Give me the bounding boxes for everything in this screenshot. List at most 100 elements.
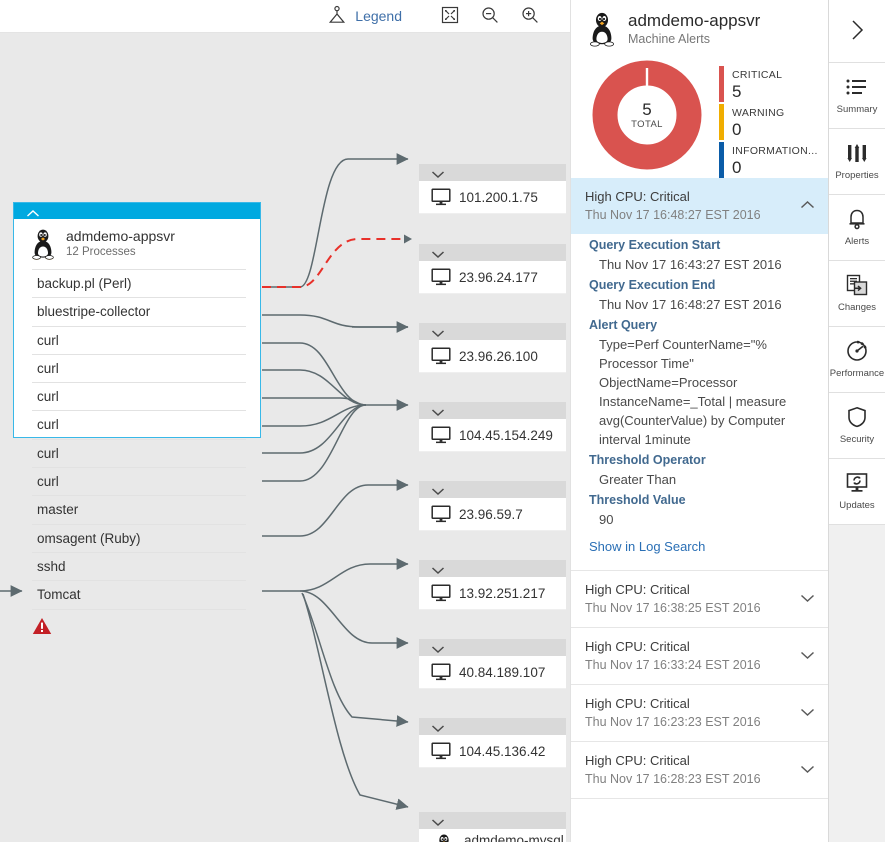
monitor-icon — [431, 188, 451, 206]
node-card-header[interactable] — [419, 323, 566, 340]
map-pane: Legend — [0, 0, 570, 842]
node-card-body: 23.96.59.7 — [419, 498, 566, 531]
tab-label: Updates — [839, 500, 874, 511]
tab-performance[interactable]: Performance — [829, 327, 885, 393]
details-header-text: admdemo-appsvr Machine Alerts — [628, 10, 760, 48]
tab-label: Security — [840, 434, 874, 445]
zoom-out-button[interactable] — [470, 0, 510, 32]
gauge-icon — [845, 340, 869, 365]
node-card-header[interactable] — [419, 560, 566, 577]
server-card-header[interactable] — [14, 203, 260, 219]
chevron-down-icon[interactable] — [431, 167, 445, 182]
alert-timestamp: Thu Nov 17 16:38:25 EST 2016 — [585, 599, 798, 618]
machine-node-card[interactable]: 23.96.59.7 — [419, 481, 566, 531]
alert-timestamp: Thu Nov 17 16:23:23 EST 2016 — [585, 713, 798, 732]
host-node-text: admdemo-mysql1 Processes — [464, 832, 564, 842]
chevron-down-icon[interactable] — [431, 721, 445, 736]
server-card-alert[interactable] — [14, 610, 260, 638]
show-in-log-search-link[interactable]: Show in Log Search — [589, 539, 705, 554]
alert-item[interactable]: High CPU: CriticalThu Nov 17 16:23:23 ES… — [571, 685, 828, 742]
chevron-down-icon[interactable] — [431, 405, 445, 420]
chevron-down-icon[interactable] — [800, 648, 815, 663]
node-ip-label: 23.96.26.100 — [459, 349, 538, 364]
chevron-down-icon[interactable] — [800, 591, 815, 606]
node-card-header[interactable] — [419, 402, 566, 419]
alert-field-value: Greater Than — [589, 470, 814, 489]
process-row[interactable]: Tomcat — [32, 581, 246, 609]
node-card-body: admdemo-mysql1 Processes — [419, 829, 566, 842]
chevron-down-icon[interactable] — [800, 762, 815, 777]
alert-header[interactable]: High CPU: CriticalThu Nov 17 16:48:27 ES… — [571, 178, 828, 234]
chevron-down-icon[interactable] — [431, 642, 445, 657]
machine-node-card[interactable]: 23.96.24.177 — [419, 244, 566, 294]
tab-changes[interactable]: Changes — [829, 261, 885, 327]
process-row[interactable]: curl — [32, 383, 246, 411]
legend-label: CRITICAL — [732, 69, 782, 81]
process-row[interactable]: backup.pl (Perl) — [32, 270, 246, 298]
chevron-down-icon[interactable] — [431, 815, 445, 830]
donut-center-label: 5 TOTAL — [592, 60, 702, 170]
chevron-down-icon[interactable] — [800, 705, 815, 720]
process-row[interactable]: curl — [32, 468, 246, 496]
alert-name: High CPU: Critical — [585, 187, 798, 206]
node-card-header[interactable] — [419, 244, 566, 261]
alert-name: High CPU: Critical — [585, 637, 798, 656]
process-row[interactable]: curl — [32, 355, 246, 383]
map-canvas[interactable]: admdemo-appsvr 12 Processes backup.pl (P… — [0, 33, 570, 842]
tab-alerts[interactable]: Alerts — [829, 195, 885, 261]
tab-rail: SummaryProperties Alerts ChangesPerformanc… — [828, 0, 885, 842]
server-node-card[interactable]: admdemo-appsvr 12 Processes backup.pl (P… — [13, 202, 261, 438]
chevron-down-icon[interactable] — [431, 247, 445, 262]
alert-header[interactable]: High CPU: CriticalThu Nov 17 16:38:25 ES… — [571, 571, 828, 627]
process-row[interactable]: curl — [32, 411, 246, 439]
tab-properties[interactable]: Properties — [829, 129, 885, 195]
chevron-down-icon[interactable] — [431, 484, 445, 499]
host-node-name: admdemo-mysql — [464, 833, 564, 842]
alert-item[interactable]: High CPU: CriticalThu Nov 17 16:28:23 ES… — [571, 742, 828, 799]
chevron-up-icon[interactable] — [800, 198, 815, 213]
legend-button[interactable]: Legend — [317, 0, 412, 32]
node-card-header[interactable] — [419, 639, 566, 656]
tab-security[interactable]: Security — [829, 393, 885, 459]
node-ip-label: 23.96.59.7 — [459, 507, 523, 522]
machine-node-card[interactable]: 104.45.136.42 — [419, 718, 566, 768]
tab-summary[interactable]: Summary — [829, 63, 885, 129]
node-card-header[interactable] — [419, 164, 566, 181]
process-row[interactable]: sshd — [32, 553, 246, 581]
node-card-body: 101.200.1.75 — [419, 181, 566, 214]
alert-timestamp: Thu Nov 17 16:28:23 EST 2016 — [585, 770, 798, 789]
process-row[interactable]: master — [32, 496, 246, 524]
machine-node-card[interactable]: 104.45.154.249 — [419, 402, 566, 452]
chevron-down-icon[interactable] — [431, 563, 445, 578]
machine-node-card[interactable]: 23.96.26.100 — [419, 323, 566, 373]
chevron-down-icon[interactable] — [431, 326, 445, 341]
alert-header[interactable]: High CPU: CriticalThu Nov 17 16:33:24 ES… — [571, 628, 828, 684]
node-card-header[interactable] — [419, 718, 566, 735]
process-row[interactable]: omsagent (Ruby) — [32, 525, 246, 553]
alert-item[interactable]: High CPU: CriticalThu Nov 17 16:33:24 ES… — [571, 628, 828, 685]
alert-header[interactable]: High CPU: CriticalThu Nov 17 16:23:23 ES… — [571, 685, 828, 741]
tab-updates[interactable]: Updates — [829, 459, 885, 525]
details-pane: admdemo-appsvr Machine Alerts 5 TOTAL CR… — [570, 0, 828, 842]
host-node-card[interactable]: admdemo-mysql1 Processes — [419, 812, 566, 842]
fit-to-screen-button[interactable] — [430, 0, 470, 32]
zoom-in-button[interactable] — [510, 0, 550, 32]
node-card-header[interactable] — [419, 812, 566, 829]
expand-panel-button[interactable] — [829, 0, 885, 63]
alert-timestamp: Thu Nov 17 16:48:27 EST 2016 — [585, 206, 798, 225]
process-row[interactable]: bluestripe-collector — [32, 298, 246, 326]
machine-node-card[interactable]: 13.92.251.217 — [419, 560, 566, 610]
legend-color-bar — [719, 142, 724, 178]
alert-field-label: Query Execution Start — [589, 236, 814, 255]
alert-header[interactable]: High CPU: CriticalThu Nov 17 16:28:23 ES… — [571, 742, 828, 798]
node-card-header[interactable] — [419, 481, 566, 498]
node-ip-label: 101.200.1.75 — [459, 190, 538, 205]
machine-node-card[interactable]: 101.200.1.75 — [419, 164, 566, 214]
process-row[interactable]: curl — [32, 327, 246, 355]
process-row[interactable]: curl — [32, 440, 246, 468]
alert-item[interactable]: High CPU: CriticalThu Nov 17 16:48:27 ES… — [571, 178, 828, 571]
chevron-up-icon[interactable] — [26, 206, 40, 221]
alert-item[interactable]: High CPU: CriticalThu Nov 17 16:38:25 ES… — [571, 571, 828, 628]
tab-label: Alerts — [845, 236, 869, 247]
machine-node-card[interactable]: 40.84.189.107 — [419, 639, 566, 689]
